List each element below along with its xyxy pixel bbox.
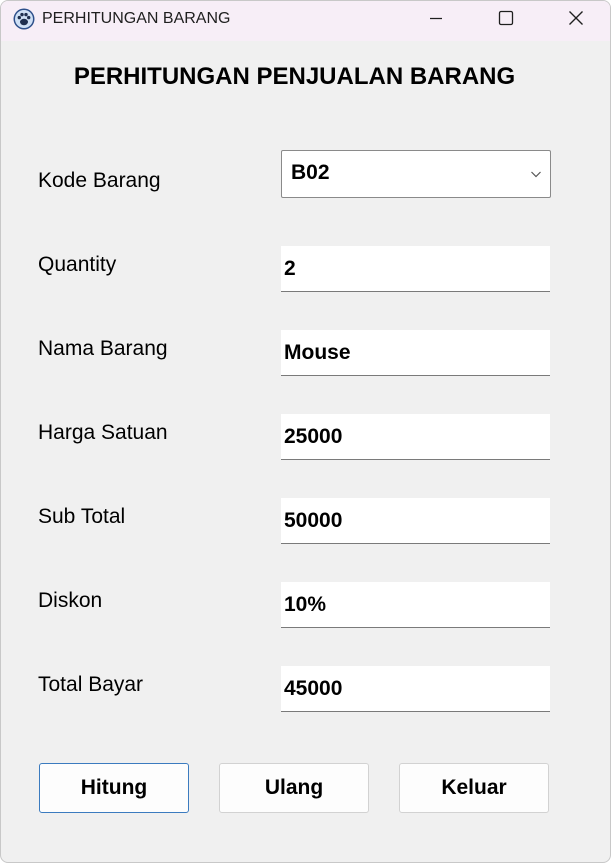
- sub-total-label: Sub Total: [38, 505, 126, 528]
- total-bayar-label: Total Bayar: [38, 673, 144, 696]
- harga-satuan-field[interactable]: [281, 414, 550, 460]
- minimize-icon: [429, 11, 443, 30]
- kode-barang-label: Kode Barang: [38, 169, 161, 192]
- total-bayar-field[interactable]: [281, 666, 550, 712]
- diskon-label: Diskon: [38, 589, 103, 612]
- diskon-field[interactable]: [281, 582, 550, 628]
- keluar-button[interactable]: Keluar: [399, 763, 549, 813]
- close-button[interactable]: [541, 1, 610, 39]
- nama-barang-label: Nama Barang: [38, 337, 168, 360]
- maximize-button[interactable]: [471, 1, 541, 39]
- chevron-down-icon: [530, 167, 542, 179]
- sub-total-field[interactable]: [281, 498, 550, 544]
- app-window: PERHITUNGAN BARANG PERHITUNGAN PENJUALAN…: [0, 0, 611, 863]
- close-icon: [568, 10, 584, 31]
- kode-barang-value: B02: [291, 161, 330, 184]
- paw-icon: [13, 8, 35, 30]
- title-bar[interactable]: PERHITUNGAN BARANG: [1, 1, 610, 41]
- nama-barang-field[interactable]: [281, 330, 550, 376]
- kode-barang-combobox[interactable]: B02: [281, 150, 551, 198]
- quantity-field[interactable]: [281, 246, 550, 292]
- minimize-button[interactable]: [401, 1, 471, 39]
- hitung-button[interactable]: Hitung: [39, 763, 189, 813]
- window-title: PERHITUNGAN BARANG: [42, 10, 231, 27]
- quantity-label: Quantity: [38, 253, 117, 276]
- harga-satuan-label: Harga Satuan: [38, 421, 168, 444]
- maximize-icon: [498, 10, 514, 31]
- ulang-button[interactable]: Ulang: [219, 763, 369, 813]
- page-title: PERHITUNGAN PENJUALAN BARANG: [73, 63, 516, 90]
